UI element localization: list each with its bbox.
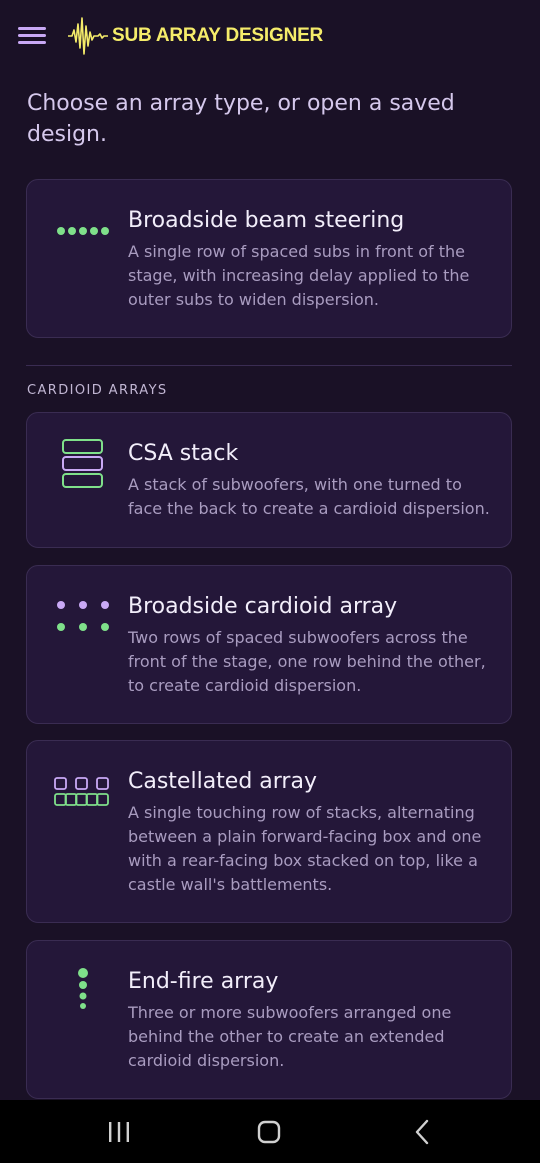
card-end-fire-array[interactable]: End-fire array Three or more subwoofers …	[26, 940, 512, 1099]
recent-apps-icon[interactable]	[104, 1118, 134, 1146]
card-broadside-cardioid-array[interactable]: Broadside cardioid array Two rows of spa…	[26, 565, 512, 724]
waveform-icon	[68, 17, 108, 55]
card-broadside-beam-steering[interactable]: Broadside beam steering A single row of …	[26, 179, 512, 338]
menu-icon[interactable]	[18, 25, 46, 47]
card-title: CSA stack	[128, 441, 239, 466]
card-description: A stack of subwoofers, with one turned t…	[128, 475, 490, 518]
card-description: A single touching row of stacks, alterna…	[128, 803, 482, 894]
section-label: CARDIOID ARRAYS	[27, 383, 168, 398]
card-castellated-array[interactable]: Castellated array A single touching row …	[26, 740, 512, 923]
app-logo: SUB ARRAY DESIGNER	[68, 14, 323, 58]
end-fire-icon	[78, 968, 88, 1009]
back-icon[interactable]	[408, 1118, 438, 1146]
app-title: SUB ARRAY DESIGNER	[112, 25, 324, 46]
card-csa-stack[interactable]: CSA stack A stack of subwoofers, with on…	[26, 412, 512, 548]
divider	[26, 365, 512, 366]
castellated-icon	[54, 777, 109, 806]
card-title: Broadside beam steering	[128, 208, 405, 233]
card-title: Broadside cardioid array	[128, 594, 398, 619]
system-navigation-bar	[0, 1100, 540, 1163]
broadside-icon	[57, 227, 109, 235]
home-icon[interactable]	[254, 1118, 284, 1146]
intro-text: Choose an array type, or open a saved de…	[27, 91, 455, 147]
top-app-bar: SUB ARRAY DESIGNER	[0, 0, 540, 72]
card-title: End-fire array	[128, 969, 279, 994]
card-title: Castellated array	[128, 769, 317, 794]
broadside-cardioid-icon	[57, 601, 109, 631]
card-description: A single row of spaced subs in front of …	[128, 242, 470, 309]
csa-stack-icon	[62, 439, 103, 488]
card-description: Three or more subwoofers arranged one be…	[128, 1003, 452, 1070]
card-description: Two rows of spaced subwoofers across the…	[128, 628, 486, 695]
